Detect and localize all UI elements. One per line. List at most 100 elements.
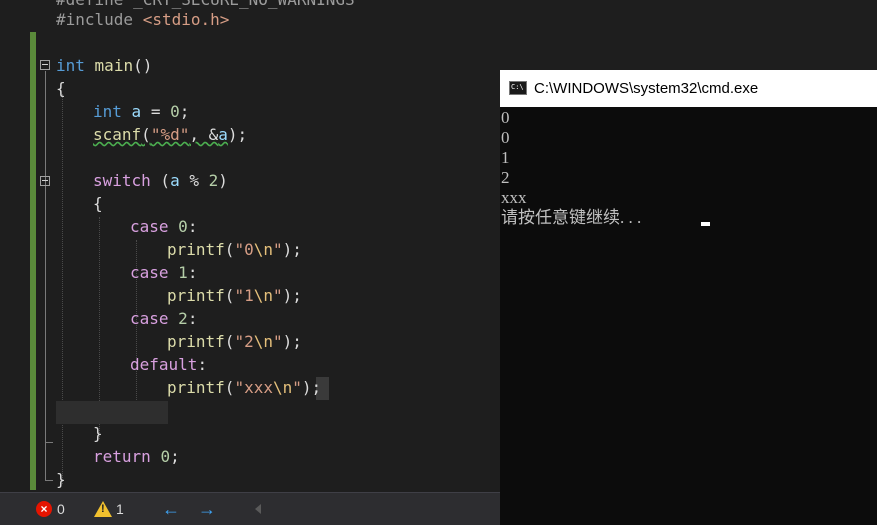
console-output-line: 0 (501, 108, 510, 127)
code-line-main[interactable]: int main() (56, 54, 152, 77)
function-name: printf (167, 286, 225, 305)
number: 0 (160, 447, 171, 466)
code-line-printf0[interactable]: printf("0\n"); (167, 238, 302, 261)
escape: \n (253, 286, 273, 305)
console-output-line: xxx (501, 188, 527, 207)
escape: \n (253, 240, 273, 259)
code-line-case1[interactable]: case 1: (130, 261, 197, 284)
string: " (272, 240, 283, 259)
keyword: int (93, 102, 122, 121)
punct: : (197, 355, 208, 374)
code-line-case0[interactable]: case 0: (130, 215, 197, 238)
punct: ); (301, 378, 322, 397)
variable: a (170, 171, 180, 190)
code-line-brace-open[interactable]: { (56, 77, 66, 100)
fold-end-main (45, 480, 53, 481)
code-line-default[interactable]: default: (130, 353, 207, 376)
code-line-scanf[interactable]: scanf("%d", &a); (93, 123, 247, 146)
function-name: printf (167, 332, 225, 351)
punct: ; (170, 447, 180, 466)
punct: % (179, 171, 209, 190)
indent-guide (62, 94, 63, 484)
punct: ( (224, 332, 235, 351)
include-header: <stdio.h> (142, 10, 230, 29)
function-name: main (94, 56, 134, 75)
console-titlebar[interactable]: C:\ C:\WINDOWS\system32\cmd.exe (500, 70, 877, 107)
keyword: default (130, 355, 198, 374)
console-window[interactable]: C:\ C:\WINDOWS\system32\cmd.exe 0 0 1 2 … (500, 70, 877, 525)
console-output-line: 1 (501, 148, 510, 167)
code-line-case2[interactable]: case 2: (130, 307, 197, 330)
string: "1 (234, 286, 254, 305)
number: 2 (208, 171, 219, 190)
punct: ); (282, 240, 302, 259)
punct: () (133, 56, 153, 75)
navigate-forward-icon[interactable]: → (198, 493, 216, 525)
collapse-main-icon[interactable] (40, 60, 50, 70)
keyword: case (130, 217, 169, 236)
punct: ( (224, 286, 235, 305)
string: "%d" (150, 125, 190, 144)
punct: ; (179, 102, 190, 121)
punct: = (141, 102, 171, 121)
function-name: printf (167, 240, 225, 259)
number: 2 (178, 309, 188, 328)
punct: : (187, 217, 198, 236)
code-line-return[interactable]: return 0; (93, 445, 180, 468)
console-output-line: 2 (501, 168, 510, 187)
status-bar: × 0 ! 1 ← → (0, 492, 500, 525)
code-line-brace-close[interactable]: } (56, 468, 66, 491)
code-line-switch-brace-open[interactable]: { (93, 192, 103, 215)
code-editor[interactable]: #define _CRT_SECURE_NO_WARNINGS #include… (0, 0, 500, 492)
cmd-icon-text: C:\ (511, 83, 524, 91)
error-count[interactable]: 0 (57, 493, 65, 525)
console-cursor (701, 222, 710, 226)
code-line-switch-brace-close[interactable]: } (93, 422, 103, 445)
string: " (292, 378, 302, 397)
keyword: switch (93, 171, 151, 190)
punct: } (93, 424, 103, 443)
punct: { (56, 79, 66, 98)
warning-count[interactable]: 1 (116, 493, 124, 525)
function-name: scanf (93, 125, 142, 144)
string: " (272, 332, 283, 351)
code-line-switch[interactable]: switch (a % 2) (93, 169, 228, 192)
string: "2 (234, 332, 254, 351)
function-name: printf (167, 378, 225, 397)
current-line-highlight (56, 401, 168, 424)
punct: ); (227, 125, 248, 144)
code-line-printf1[interactable]: printf("1\n"); (167, 284, 302, 307)
navigate-back-icon[interactable]: ← (162, 493, 180, 525)
keyword: case (130, 263, 169, 282)
code-line-declaration[interactable]: int a = 0; (93, 100, 189, 123)
console-output-line: 0 (501, 128, 510, 147)
cmd-icon: C:\ (509, 81, 527, 95)
punct: ( (224, 378, 235, 397)
include-directive: #include (56, 10, 134, 29)
number: 0 (178, 217, 188, 236)
number: 1 (178, 263, 188, 282)
warning-icon[interactable]: ! (94, 501, 112, 517)
punct: ( (150, 171, 171, 190)
change-tracking-bar (30, 32, 36, 490)
code-line-printf-default[interactable]: printf("xxx\n"); (167, 376, 321, 399)
string: " (272, 286, 283, 305)
console-title: C:\WINDOWS\system32\cmd.exe (534, 80, 759, 97)
keyword: int (56, 56, 85, 75)
variable: a (218, 125, 228, 144)
punct: ( (141, 125, 151, 144)
code-line-include[interactable]: #include <stdio.h> (56, 8, 229, 31)
keyword: return (93, 447, 151, 466)
console-output-line: 请按任意键继续. . . (501, 208, 642, 227)
punct: ) (218, 171, 228, 190)
punct: { (93, 194, 103, 213)
fold-end-switch (45, 442, 53, 443)
code-line-printf2[interactable]: printf("2\n"); (167, 330, 302, 353)
fold-guide-switch (45, 187, 46, 442)
escape: \n (253, 332, 273, 351)
string: "xxx (234, 378, 273, 397)
error-icon[interactable]: × (36, 501, 52, 517)
punct: ); (282, 332, 302, 351)
scroll-left-icon[interactable] (255, 504, 261, 514)
collapse-switch-icon[interactable] (40, 176, 50, 186)
